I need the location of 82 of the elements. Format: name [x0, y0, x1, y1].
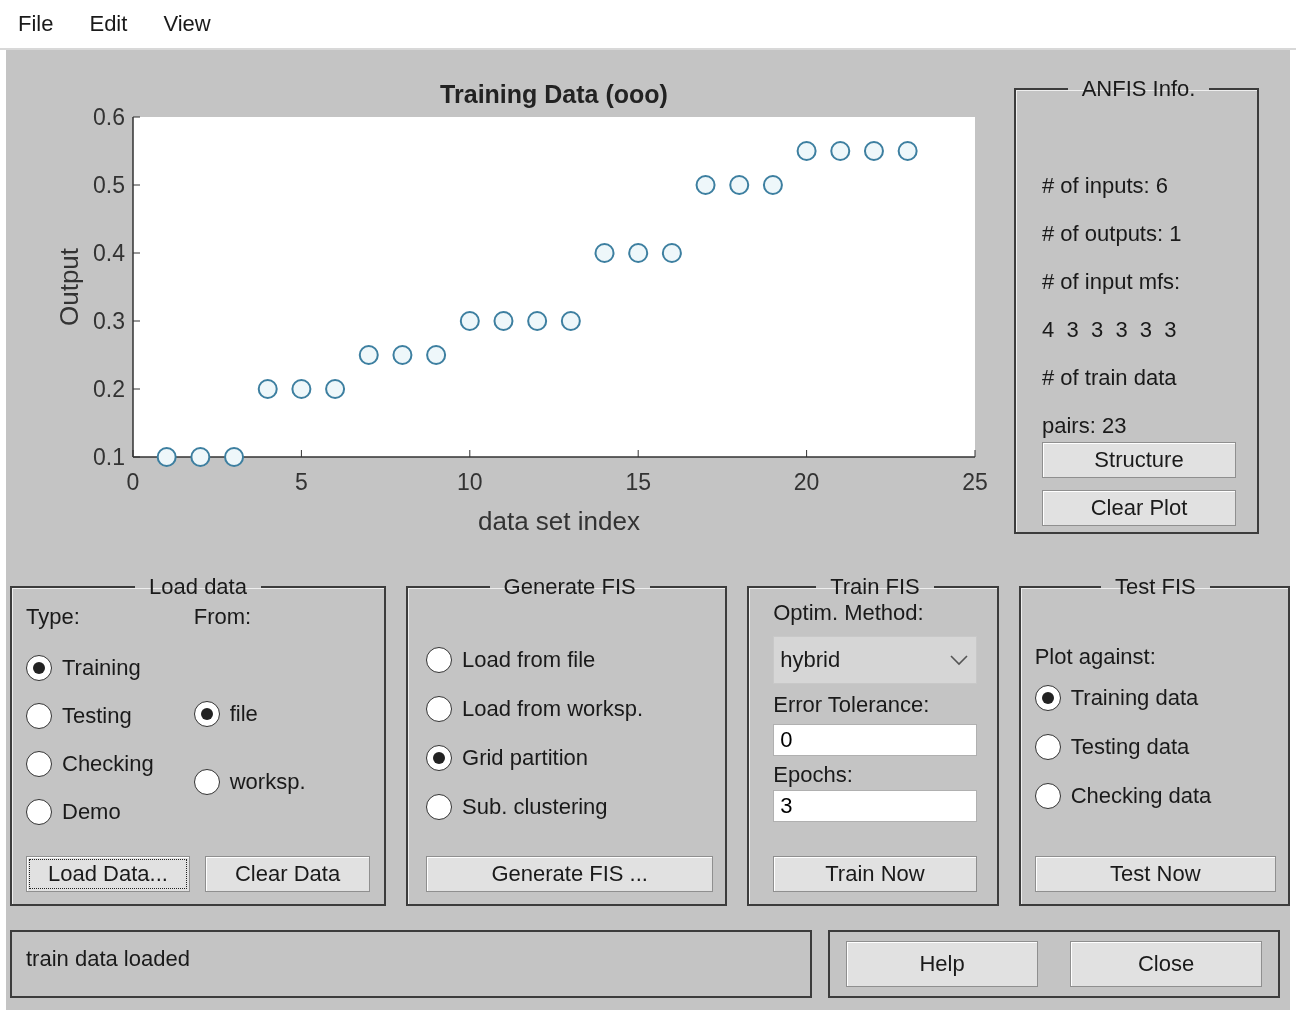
tick-label: 0.3: [93, 308, 125, 334]
panel-button[interactable]: Structure: [1042, 442, 1236, 478]
axis-label: Output: [54, 247, 84, 327]
panel-button[interactable]: Generate FIS ...: [426, 856, 714, 892]
data-point: [392, 345, 413, 365]
radio-option[interactable]: Checking: [26, 748, 154, 780]
data-point: [695, 175, 716, 195]
field-label: From:: [193, 604, 253, 630]
chart-title: Training Data (ooo): [440, 80, 668, 108]
radio-option[interactable]: Sub. clustering: [426, 791, 714, 823]
panel-title: Train FIS: [829, 574, 921, 600]
data-point: [291, 379, 312, 399]
tick-label: 0.6: [93, 104, 125, 130]
radio-option[interactable]: Testing data: [1034, 731, 1276, 763]
radio-option[interactable]: Testing: [26, 700, 154, 732]
chevron-down-icon: [947, 653, 970, 667]
method-dropdown[interactable]: hybrid: [773, 636, 977, 684]
data-point: [224, 447, 245, 467]
data-point: [257, 379, 278, 399]
data-point: [493, 311, 514, 331]
tick-label: 0: [126, 469, 140, 495]
radio-option[interactable]: Load from file: [426, 644, 714, 676]
tick-label: 15: [625, 469, 651, 495]
info-text: pairs: 23: [1042, 412, 1128, 440]
menu-item[interactable]: View: [163, 11, 211, 37]
panel-title: Test FIS: [1114, 574, 1197, 600]
data-point: [830, 141, 851, 161]
data-point: [594, 243, 615, 263]
radio-option[interactable]: Grid partition: [426, 742, 714, 774]
dialog-button[interactable]: Close: [1070, 941, 1262, 987]
field-label: Error Tolerance:: [773, 692, 931, 718]
tick-label: 0.2: [93, 376, 125, 402]
data-point: [358, 345, 379, 365]
tick-label: 0.4: [93, 240, 125, 266]
info-text: # of train data: [1042, 364, 1178, 392]
status-message: train data loaded: [10, 930, 812, 998]
input-field[interactable]: 0: [773, 724, 977, 756]
data-point: [190, 447, 211, 467]
panel-button[interactable]: Test Now: [1034, 856, 1276, 892]
data-point: [897, 141, 918, 161]
panel-button[interactable]: Train Now: [773, 856, 977, 892]
radio-option[interactable]: Load from worksp.: [426, 693, 714, 725]
data-point: [560, 311, 581, 331]
radio-option[interactable]: worksp.: [193, 766, 306, 798]
panel-button[interactable]: Load Data...: [26, 856, 190, 892]
panel-button[interactable]: Clear Plot: [1042, 490, 1236, 526]
info-text: # of inputs: 6: [1042, 172, 1169, 200]
dialog-button[interactable]: Help: [846, 941, 1038, 987]
field-label: Plot against:: [1034, 644, 1157, 670]
panel-title: Load data: [148, 574, 248, 600]
field-label: Optim. Method:: [773, 600, 925, 626]
input-field[interactable]: 3: [773, 790, 977, 822]
radio-option[interactable]: Checking data: [1034, 780, 1276, 812]
data-point: [729, 175, 750, 195]
radio-option[interactable]: Demo: [26, 796, 154, 828]
info-text: # of outputs: 1: [1042, 220, 1183, 248]
radio-option[interactable]: Training: [26, 652, 154, 684]
tick-label: 10: [457, 469, 483, 495]
tick-label: 5: [295, 469, 308, 495]
tick-label: 0.5: [93, 172, 125, 198]
tick-label: 0.1: [93, 444, 125, 470]
field-label: Epochs:: [773, 762, 854, 788]
info-text: 4 3 3 3 3 3: [1042, 316, 1178, 344]
menu-item[interactable]: File: [18, 11, 54, 37]
radio-option[interactable]: Training data: [1034, 682, 1276, 714]
data-point: [762, 175, 783, 195]
data-point: [527, 311, 548, 331]
tick-label: 25: [962, 469, 988, 495]
panel-title: ANFIS Info.: [1080, 76, 1197, 102]
menu-item[interactable]: Edit: [89, 11, 128, 37]
panel-title: Generate FIS: [502, 574, 637, 600]
data-point: [796, 141, 817, 161]
radio-option[interactable]: file: [193, 698, 306, 730]
axis-label: data set index: [478, 506, 640, 536]
tick-label: 20: [793, 469, 820, 495]
field-label: Type:: [26, 604, 81, 630]
panel-button[interactable]: Clear Data: [205, 856, 371, 892]
data-point: [156, 447, 177, 467]
data-point: [459, 311, 480, 331]
data-point: [628, 243, 649, 263]
data-point: [661, 243, 682, 263]
info-text: # of input mfs:: [1042, 268, 1182, 296]
